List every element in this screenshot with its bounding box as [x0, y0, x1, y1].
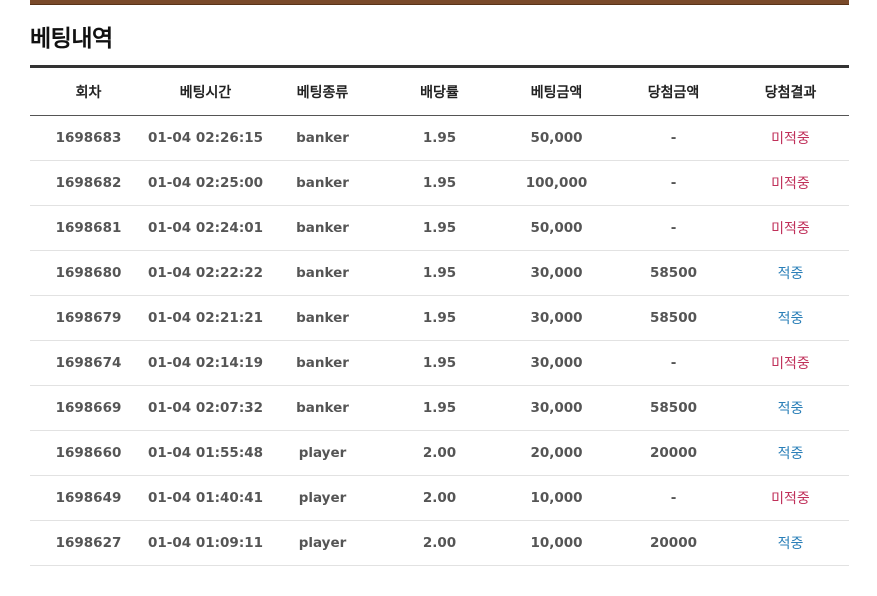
- cell-result: 적중: [732, 430, 849, 476]
- cell-bet-amount: 10,000: [498, 475, 615, 521]
- cell-odds: 1.95: [381, 385, 498, 431]
- header-bet-time: 베팅시간: [147, 66, 264, 116]
- cell-round: 1698683: [30, 115, 147, 161]
- cell-bet-amount: 50,000: [498, 205, 615, 251]
- cell-bet-time: 01-04 01:09:11: [147, 520, 264, 566]
- cell-result: 미적중: [732, 475, 849, 521]
- cell-win-amount: -: [615, 160, 732, 206]
- cell-bet-type: banker: [264, 295, 381, 341]
- cell-win-amount: -: [615, 115, 732, 161]
- header-bet-type: 베팅종류: [264, 66, 381, 116]
- cell-win-amount: 20000: [615, 430, 732, 476]
- table-row: 1698683 01-04 02:26:15 banker 1.95 50,000- 미적…: [30, 115, 849, 161]
- header-bet-amount: 베팅금액: [498, 66, 615, 116]
- cell-round: 1698682: [30, 160, 147, 206]
- cell-bet-type: player: [264, 475, 381, 521]
- cell-bet-type: player: [264, 430, 381, 476]
- cell-bet-amount: 30,000: [498, 295, 615, 341]
- cell-bet-time: 01-04 02:22:22: [147, 250, 264, 296]
- cell-bet-amount: 50,000: [498, 115, 615, 161]
- cell-odds: 1.95: [381, 205, 498, 251]
- cell-result: 적중: [732, 250, 849, 296]
- header-round: 회차: [30, 66, 147, 116]
- table-body: 1698683 01-04 02:26:15 banker 1.95 50,000- 미적…: [30, 115, 849, 566]
- cell-bet-time: 01-04 02:21:21: [147, 295, 264, 341]
- cell-odds: 1.95: [381, 250, 498, 296]
- cell-result: 미적중: [732, 340, 849, 386]
- cell-round: 1698680: [30, 250, 147, 296]
- cell-round: 1698627: [30, 520, 147, 566]
- header-odds: 배당률: [381, 66, 498, 116]
- cell-round: 1698660: [30, 430, 147, 476]
- cell-bet-amount: 30,000: [498, 340, 615, 386]
- cell-bet-amount: 30,000: [498, 250, 615, 296]
- table-row: 1698660 01-04 01:55:48 player 2.00 20,000 200…: [30, 430, 849, 476]
- cell-round: 1698681: [30, 205, 147, 251]
- cell-odds: 2.00: [381, 475, 498, 521]
- header-win-amount: 당첨금액: [615, 66, 732, 116]
- header-result: 당첨결과: [732, 66, 849, 116]
- cell-bet-type: banker: [264, 250, 381, 296]
- cell-bet-time: 01-04 02:24:01: [147, 205, 264, 251]
- cell-odds: 2.00: [381, 430, 498, 476]
- table-row: 1698681 01-04 02:24:01 banker 1.95 50,000- 미적…: [30, 205, 849, 251]
- cell-result: 미적중: [732, 160, 849, 206]
- cell-round: 1698649: [30, 475, 147, 521]
- cell-win-amount: 20000: [615, 520, 732, 566]
- cell-result: 적중: [732, 385, 849, 431]
- cell-bet-time: 01-04 02:14:19: [147, 340, 264, 386]
- cell-odds: 2.00: [381, 520, 498, 566]
- cell-win-amount: 58500: [615, 250, 732, 296]
- cell-bet-amount: 20,000: [498, 430, 615, 476]
- page-title: 베팅내역: [30, 26, 113, 52]
- betting-history-panel: 베팅내역 회차 베팅시간 베팅종류 배당률 베팅금액 당첨금액 당첨결과 169…: [30, 0, 849, 566]
- table-header: 회차 베팅시간 베팅종류 배당률 베팅금액 당첨금액 당첨결과: [30, 66, 849, 116]
- cell-bet-time: 01-04 01:55:48: [147, 430, 264, 476]
- cell-odds: 1.95: [381, 160, 498, 206]
- cell-bet-time: 01-04 01:40:41: [147, 475, 264, 521]
- table-row: 1698674 01-04 02:14:19 banker 1.95 30,000- 미적…: [30, 340, 849, 386]
- header-row: 회차 베팅시간 베팅종류 배당률 베팅금액 당첨금액 당첨결과: [30, 66, 849, 116]
- cell-win-amount: -: [615, 475, 732, 521]
- cell-round: 1698669: [30, 385, 147, 431]
- cell-odds: 1.95: [381, 295, 498, 341]
- cell-win-amount: 58500: [615, 385, 732, 431]
- cell-result: 미적중: [732, 205, 849, 251]
- cell-bet-type: banker: [264, 205, 381, 251]
- betting-history-table: 회차 베팅시간 베팅종류 배당률 베팅금액 당첨금액 당첨결과 1698683 0…: [30, 65, 849, 566]
- cell-bet-type: player: [264, 520, 381, 566]
- cell-bet-time: 01-04 02:25:00: [147, 160, 264, 206]
- cell-round: 1698674: [30, 340, 147, 386]
- cell-win-amount: -: [615, 340, 732, 386]
- table-row: 1698680 01-04 02:22:22 banker 1.95 30,000 585…: [30, 250, 849, 296]
- cell-bet-time: 01-04 02:07:32: [147, 385, 264, 431]
- table-row: 1698669 01-04 02:07:32 banker 1.95 30,000 585…: [30, 385, 849, 431]
- cell-bet-type: banker: [264, 385, 381, 431]
- cell-win-amount: 58500: [615, 295, 732, 341]
- cell-result: 적중: [732, 295, 849, 341]
- cell-result: 적중: [732, 520, 849, 566]
- cell-bet-type: banker: [264, 340, 381, 386]
- cell-win-amount: -: [615, 205, 732, 251]
- cell-bet-amount: 30,000: [498, 385, 615, 431]
- cell-bet-amount: 100,000: [498, 160, 615, 206]
- cell-bet-time: 01-04 02:26:15: [147, 115, 264, 161]
- cell-odds: 1.95: [381, 340, 498, 386]
- cell-result: 미적중: [732, 115, 849, 161]
- table-row: 1698649 01-04 01:40:41 player 2.00 10,000- 미적…: [30, 475, 849, 521]
- table-row: 1698627 01-04 01:09:11 player 2.00 10,000 200…: [30, 520, 849, 566]
- cell-bet-type: banker: [264, 160, 381, 206]
- table-row: 1698679 01-04 02:21:21 banker 1.95 30,000 585…: [30, 295, 849, 341]
- cell-odds: 1.95: [381, 115, 498, 161]
- cell-bet-type: banker: [264, 115, 381, 161]
- cell-bet-amount: 10,000: [498, 520, 615, 566]
- cell-round: 1698679: [30, 295, 147, 341]
- table-row: 1698682 01-04 02:25:00 banker 1.95 100,000- 미…: [30, 160, 849, 206]
